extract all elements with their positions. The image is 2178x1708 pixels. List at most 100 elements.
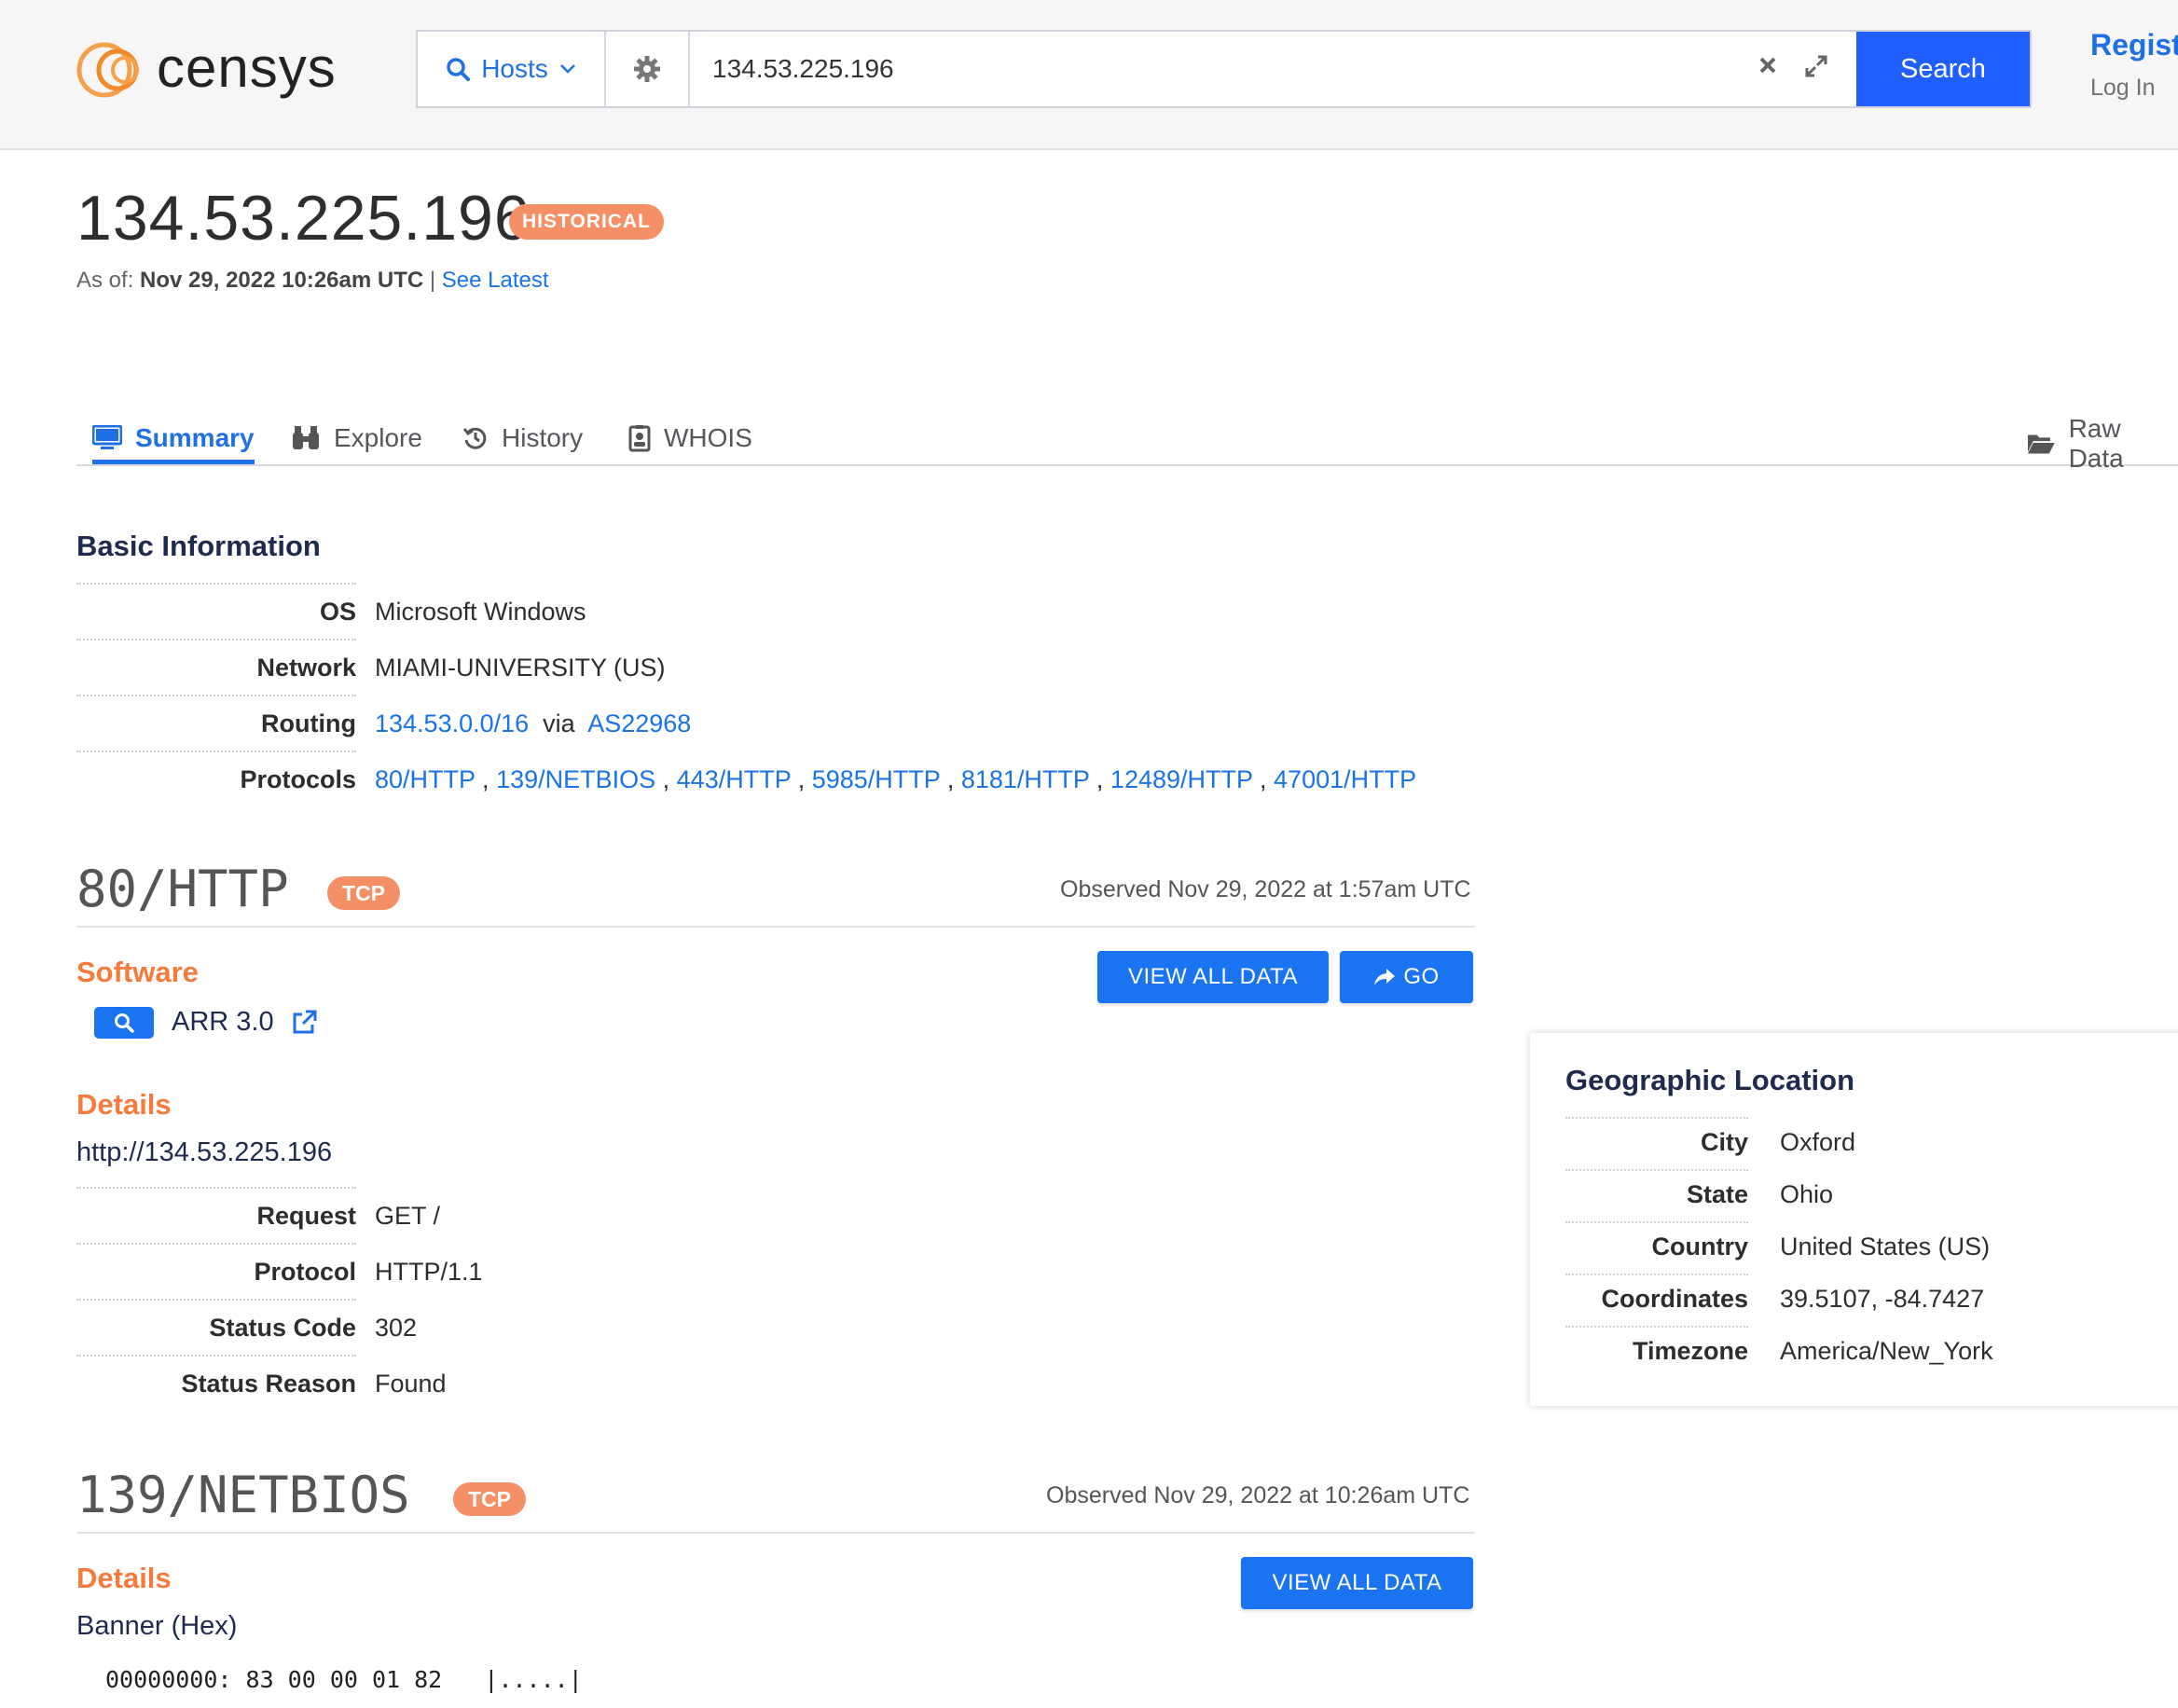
as-of-prefix: As of: [76, 268, 134, 293]
geo-timezone-label: Timezone [1632, 1337, 1748, 1365]
protocol-link[interactable]: 80/HTTP [375, 765, 476, 793]
raw-data-button[interactable]: Raw Data [2027, 414, 2178, 473]
os-value: Microsoft Windows [375, 598, 586, 626]
geo-coords-value: 39.5107, -84.7427 [1780, 1285, 1985, 1313]
id-card-icon [628, 425, 651, 452]
search-bar: Hosts 134.53.225.196 Search [416, 30, 2032, 108]
geo-timezone-row: Timezone America/New_York [1565, 1326, 1993, 1380]
banner-hex-ascii: |.....| [484, 1666, 583, 1693]
service-80-observed: Observed Nov 29, 2022 at 1:57am UTC [1060, 876, 1471, 902]
share-arrow-icon [1374, 969, 1396, 985]
see-latest-link[interactable]: See Latest [442, 268, 549, 293]
routing-prefix-link[interactable]: 134.53.0.0/16 [375, 709, 529, 737]
tab-explore[interactable]: Explore [291, 418, 422, 459]
search-type-dropdown[interactable]: Hosts [418, 32, 606, 106]
routing-label: Routing [261, 709, 356, 737]
status-code-label: Status Code [209, 1314, 356, 1342]
protocols-label: Protocols [240, 765, 356, 793]
geo-state-value: Ohio [1780, 1180, 1834, 1208]
transport-badge: TCP [453, 1482, 526, 1516]
protocol-row: Protocol HTTP/1.1 [76, 1243, 483, 1301]
view-all-data-button[interactable]: VIEW ALL DATA [1097, 951, 1329, 1003]
geo-country-value: United States (US) [1780, 1233, 1991, 1260]
protocols-row: Protocols 80/HTTP , 139/NETBIOS , 443/HT… [76, 751, 1416, 808]
protocols-list: 80/HTTP , 139/NETBIOS , 443/HTTP , 5985/… [375, 765, 1417, 793]
tab-whois[interactable]: WHOIS [628, 418, 752, 459]
status-code-row: Status Code 302 [76, 1299, 417, 1357]
request-label: Request [256, 1202, 356, 1230]
protocol-link[interactable]: 8181/HTTP [961, 765, 1090, 793]
geo-coords-row: Coordinates 39.5107, -84.7427 [1565, 1274, 1984, 1328]
search-icon [447, 58, 471, 81]
censys-logo[interactable]: censys [76, 35, 337, 103]
http-url: http://134.53.225.196 [76, 1137, 333, 1167]
banner-hex-line: 00000000: 83 00 00 01 82 |.....| [105, 1666, 583, 1693]
tab-history[interactable]: History [462, 418, 583, 459]
search-input-wrap [690, 32, 1856, 106]
geo-title: Geographic Location [1565, 1064, 1855, 1096]
service-139-observed: Observed Nov 29, 2022 at 10:26am UTC [1046, 1482, 1470, 1508]
network-row: Network MIAMI-UNIVERSITY (US) [76, 639, 666, 696]
historical-badge: HISTORICAL [509, 204, 664, 240]
clear-icon[interactable] [1758, 55, 1778, 76]
network-link[interactable]: MIAMI-UNIVERSITY (US) [375, 654, 666, 682]
routing-as-link[interactable]: AS22968 [587, 709, 691, 737]
page-title: 134.53.225.196 [76, 183, 531, 254]
geo-location-card: Geographic Location City Oxford State Oh… [1530, 1033, 2178, 1406]
go-label: GO [1403, 964, 1440, 989]
request-value: GET / [375, 1202, 441, 1230]
history-icon [462, 427, 487, 449]
service-80-title: 80/HTTP [76, 860, 289, 918]
status-reason-row: Status Reason Found [76, 1355, 447, 1412]
as-of-line: As of: Nov 29, 2022 10:26am UTC | See La… [76, 268, 549, 294]
geo-state-label: State [1686, 1180, 1748, 1208]
register-link[interactable]: Register [2090, 28, 2178, 62]
banner-hex-bytes: 00000000: 83 00 00 01 82 [105, 1666, 443, 1693]
os-row: OS Microsoft Windows [76, 583, 586, 640]
protocol-link[interactable]: 5985/HTTP [812, 765, 941, 793]
tab-bar: Summary Explore History WHOIS Raw Data [76, 414, 2178, 473]
chevron-down-icon [559, 64, 575, 74]
os-label: OS [319, 598, 356, 626]
banner-hex-heading: Banner (Hex) [76, 1611, 238, 1641]
protocol-link[interactable]: 47001/HTTP [1274, 765, 1416, 793]
expand-icon[interactable] [1804, 54, 1828, 78]
software-search-button[interactable] [94, 1007, 154, 1039]
protocol-link[interactable]: 139/NETBIOS [496, 765, 655, 793]
geo-country-label: Country [1651, 1233, 1749, 1260]
as-of-separator: | [429, 268, 436, 293]
software-heading: Software [76, 956, 199, 988]
status-code-value: 302 [375, 1314, 418, 1342]
top-bar: censys Hosts 134.53.225.196 Search Regis… [0, 0, 2178, 150]
search-type-label: Hosts [481, 54, 548, 83]
geo-city-value: Oxford [1780, 1128, 1856, 1156]
folder-open-icon [2027, 434, 2055, 454]
as-of-date: Nov 29, 2022 10:26am UTC [140, 268, 424, 293]
go-button[interactable]: GO [1340, 951, 1473, 1003]
login-link[interactable]: Log In [2090, 75, 2156, 102]
tab-whois-label: WHOIS [664, 423, 752, 452]
protocol-link[interactable]: 12489/HTTP [1110, 765, 1253, 793]
geo-city-row: City Oxford [1565, 1117, 1855, 1171]
geo-state-row: State Ohio [1565, 1169, 1833, 1223]
external-link-icon[interactable] [290, 1009, 318, 1037]
routing-row: Routing 134.53.0.0/16 via AS22968 [76, 695, 691, 752]
details-heading: Details [76, 1562, 172, 1594]
divider [76, 926, 1475, 928]
logo-text: censys [157, 35, 337, 99]
divider [76, 1532, 1475, 1534]
protocol-link[interactable]: 443/HTTP [677, 765, 792, 793]
request-row: Request GET / [76, 1187, 440, 1245]
search-input[interactable] [690, 32, 1856, 106]
view-all-data-button[interactable]: VIEW ALL DATA [1241, 1557, 1473, 1609]
search-settings-button[interactable] [606, 32, 690, 106]
geo-timezone-value: America/New_York [1780, 1337, 1993, 1365]
censys-logo-mark [76, 42, 139, 98]
tab-summary[interactable]: Summary [92, 418, 255, 464]
routing-via: via [543, 709, 575, 737]
search-icon [115, 1013, 134, 1033]
search-button[interactable]: Search [1856, 32, 2030, 106]
protocol-label: Protocol [254, 1258, 356, 1286]
routing-value: 134.53.0.0/16 via AS22968 [375, 709, 691, 738]
software-name: ARR 3.0 [172, 1007, 274, 1037]
